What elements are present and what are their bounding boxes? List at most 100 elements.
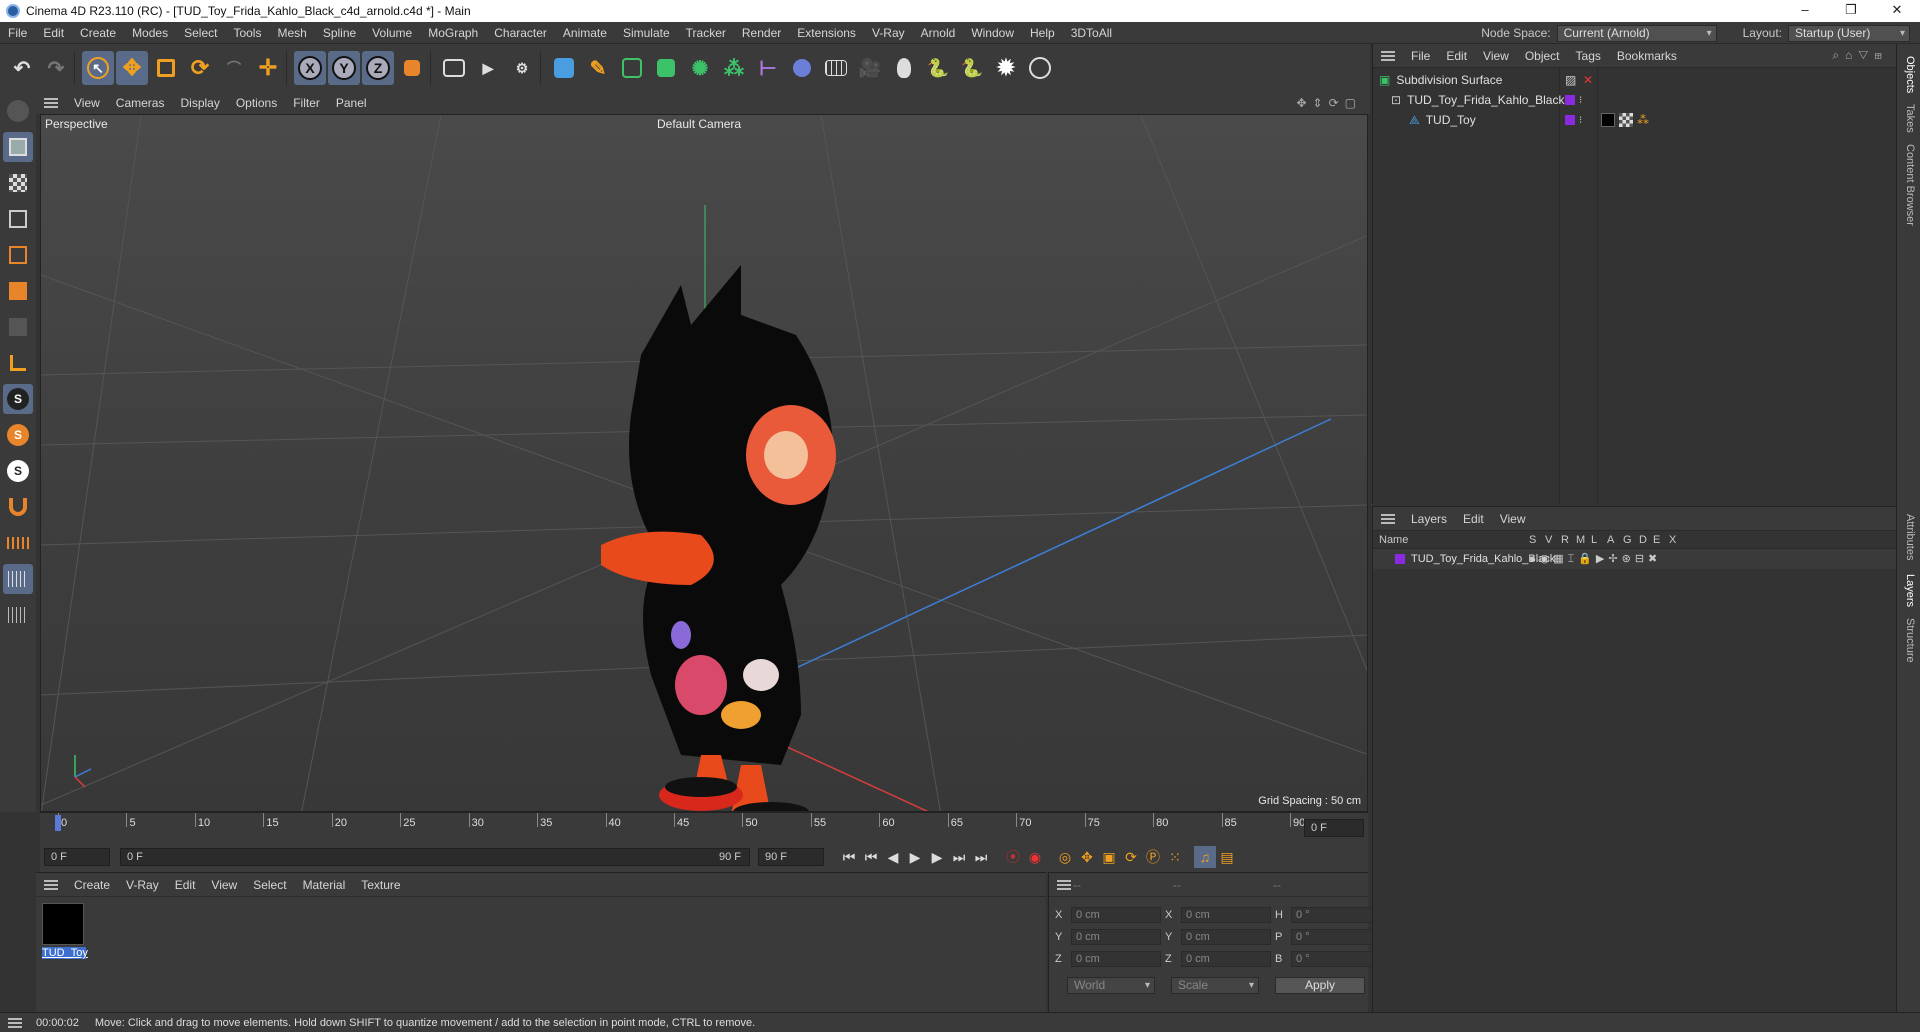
current-frame-field[interactable]: 0 F: [1304, 819, 1364, 837]
material-menu-material[interactable]: Material: [295, 878, 354, 892]
points-mode-button[interactable]: [3, 204, 33, 234]
rotate-tool-button[interactable]: ⟳: [184, 51, 216, 85]
render-view-button[interactable]: [438, 51, 470, 85]
coord-system-dropdown[interactable]: World: [1067, 977, 1155, 994]
layers-menu-edit[interactable]: Edit: [1455, 512, 1492, 526]
key-pla-icon[interactable]: ⁙: [1164, 846, 1186, 868]
layer-color-swatch[interactable]: [1395, 554, 1405, 564]
size-y-field[interactable]: 0 cm: [1181, 929, 1271, 945]
timeline-window-button[interactable]: ▤: [1216, 846, 1238, 868]
snap-button[interactable]: S: [3, 384, 33, 414]
y-axis-toggle[interactable]: Y: [328, 51, 360, 85]
menu-volume[interactable]: Volume: [364, 22, 420, 44]
coordinate-system-button[interactable]: [396, 51, 428, 85]
menu-extensions[interactable]: Extensions: [789, 22, 864, 44]
objects-menu-file[interactable]: File: [1403, 49, 1438, 63]
objects-hamburger-icon[interactable]: [1381, 50, 1395, 61]
x-axis-toggle[interactable]: X: [294, 51, 326, 85]
polygons-mode-button[interactable]: [3, 276, 33, 306]
size-mode-dropdown[interactable]: Scale: [1171, 977, 1259, 994]
mograph-cloner-button[interactable]: ✺: [684, 51, 716, 85]
key-position-icon[interactable]: ✥: [1076, 846, 1098, 868]
prev-key-button[interactable]: ⏮: [860, 846, 882, 868]
material-menu-create[interactable]: Create: [66, 878, 118, 892]
menu-select[interactable]: Select: [176, 22, 225, 44]
key-param-icon[interactable]: Ⓟ: [1142, 846, 1164, 868]
viewport-menu-cameras[interactable]: Cameras: [108, 96, 173, 110]
objects-menu-bookmarks[interactable]: Bookmarks: [1609, 49, 1685, 63]
object-row-tud-toy[interactable]: ⟁ TUD_Toy ⁝ ⁂: [1373, 110, 1896, 130]
rot-b-field[interactable]: 0 °: [1291, 951, 1373, 967]
move-tool-button[interactable]: ✥: [116, 51, 148, 85]
extrude-button[interactable]: [650, 51, 682, 85]
viewport-menu-options[interactable]: Options: [228, 96, 285, 110]
key-rotation-icon[interactable]: ⟳: [1120, 846, 1142, 868]
pos-y-field[interactable]: 0 cm: [1071, 929, 1161, 945]
visibility-dots-icon[interactable]: ⁝: [1579, 115, 1582, 126]
node-space-dropdown[interactable]: Current (Arnold): [1556, 24, 1717, 42]
menu-create[interactable]: Create: [72, 22, 124, 44]
select-tool-button[interactable]: ↖: [82, 51, 114, 85]
objects-search-icon[interactable]: ⌕⌂▽⊞: [1832, 48, 1888, 63]
objects-menu-view[interactable]: View: [1475, 49, 1517, 63]
objects-menu-tags[interactable]: Tags: [1568, 49, 1609, 63]
floor-button[interactable]: [820, 51, 852, 85]
pos-z-field[interactable]: 0 cm: [1071, 951, 1161, 967]
tab-takes[interactable]: Takes: [1904, 104, 1916, 133]
snap-3d-button[interactable]: S: [3, 456, 33, 486]
edges-mode-button[interactable]: [3, 240, 33, 270]
menu-simulate[interactable]: Simulate: [615, 22, 678, 44]
coords-hamburger-icon[interactable]: [1057, 879, 1071, 890]
layer-color-swatch[interactable]: [1565, 115, 1575, 125]
undo-button[interactable]: ↶: [6, 51, 38, 85]
layers-menu-view[interactable]: View: [1492, 512, 1534, 526]
rot-p-field[interactable]: 0 °: [1291, 929, 1373, 945]
material-hamburger-icon[interactable]: [44, 879, 58, 890]
start-frame-field[interactable]: 0 F: [44, 848, 110, 866]
arnold-globe-button[interactable]: [1024, 51, 1056, 85]
object-row-subdivision-surface[interactable]: ▣ Subdivision Surface ▨ ✕: [1373, 70, 1896, 90]
menu-arnold[interactable]: Arnold: [913, 22, 964, 44]
material-item[interactable]: TUD_Toy: [42, 903, 88, 959]
grid-button[interactable]: [3, 564, 33, 594]
prev-frame-button[interactable]: ◀: [882, 846, 904, 868]
record-button[interactable]: ⦿: [1002, 846, 1024, 868]
live-selection-button[interactable]: ⌒: [218, 51, 250, 85]
close-button[interactable]: ✕: [1874, 0, 1920, 22]
frame-range-slider[interactable]: 0 F 90 F: [120, 848, 750, 866]
uv-mode-button[interactable]: [3, 312, 33, 342]
menu-tracker[interactable]: Tracker: [678, 22, 734, 44]
status-hamburger-icon[interactable]: [8, 1017, 22, 1028]
rot-h-field[interactable]: 0 °: [1291, 907, 1373, 923]
viewport-hamburger-icon[interactable]: [44, 98, 58, 108]
play-button[interactable]: ▶: [904, 846, 926, 868]
maximize-button[interactable]: ❐: [1828, 0, 1874, 22]
menu-3dtoall[interactable]: 3DToAll: [1063, 22, 1120, 44]
render-settings-button[interactable]: ⚙: [506, 51, 538, 85]
object-row-tud-toy-frida[interactable]: ⊡ TUD_Toy_Frida_Kahlo_Black ⁝: [1373, 90, 1896, 110]
locked-workplane-button[interactable]: [3, 600, 33, 630]
viewport-nav-icons[interactable]: ✥⇕⟳▢: [1296, 96, 1362, 110]
cube-object-button[interactable]: [548, 51, 580, 85]
magnet-tool-button[interactable]: [3, 492, 33, 522]
python-script-button[interactable]: 🐍: [922, 51, 954, 85]
workplane-button[interactable]: [3, 528, 33, 558]
layers-menu-layers[interactable]: Layers: [1403, 512, 1455, 526]
visibility-dots-icon[interactable]: ⁝: [1579, 95, 1582, 106]
redo-button[interactable]: ↷: [40, 51, 72, 85]
minimize-button[interactable]: –: [1782, 0, 1828, 22]
motion-path-button[interactable]: ♫: [1194, 846, 1216, 868]
tab-structure[interactable]: Structure: [1904, 618, 1916, 663]
material-menu-view[interactable]: View: [203, 878, 245, 892]
phong-tag-icon[interactable]: ⁂: [1637, 113, 1649, 127]
menu-character[interactable]: Character: [486, 22, 555, 44]
viewport-camera-name[interactable]: Default Camera: [657, 117, 741, 131]
next-frame-button[interactable]: ▶: [926, 846, 948, 868]
material-menu-vray[interactable]: V-Ray: [118, 878, 167, 892]
disabled-x-icon[interactable]: ✕: [1583, 73, 1593, 87]
snap-settings-button[interactable]: S: [3, 420, 33, 450]
material-menu-texture[interactable]: Texture: [353, 878, 408, 892]
subdivision-button[interactable]: [616, 51, 648, 85]
autokey-button[interactable]: ◉: [1024, 846, 1046, 868]
menu-tools[interactable]: Tools: [225, 22, 269, 44]
